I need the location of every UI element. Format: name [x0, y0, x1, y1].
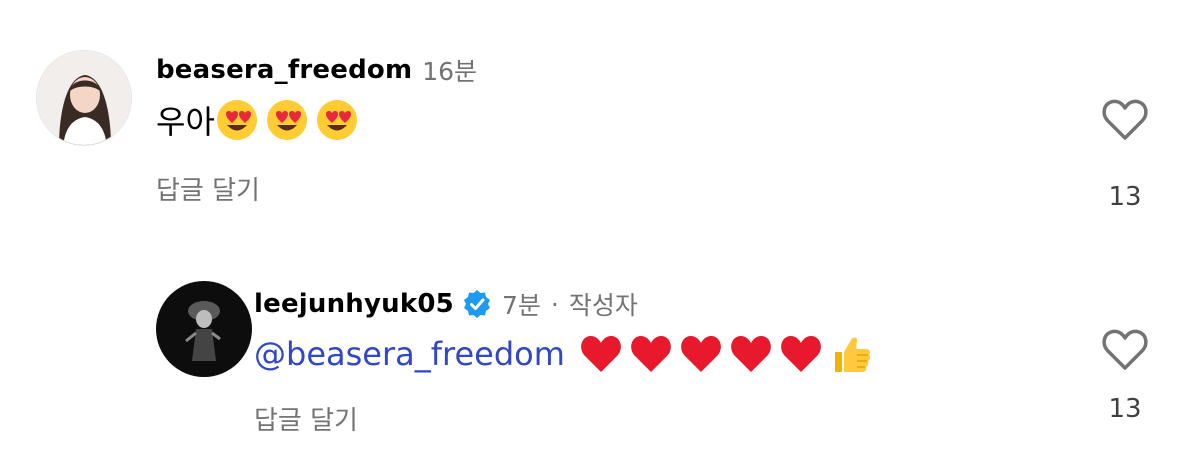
username[interactable]: leejunhyuk05	[254, 289, 454, 319]
avatar[interactable]	[156, 281, 252, 377]
mention-link[interactable]: @beasera_freedom	[254, 335, 565, 373]
comment-text: @beasera_freedom	[254, 332, 879, 376]
comment-body: beasera_freedom 16분 우아 답글 달기	[156, 52, 477, 207]
timestamp: 16분	[422, 57, 478, 86]
red-heart-emoji-icon	[781, 335, 821, 372]
red-heart-emoji-icon	[681, 335, 721, 372]
author-badge: 작성자	[568, 291, 638, 320]
heart-eyes-emoji-icon	[316, 100, 357, 140]
username[interactable]: beasera_freedom	[156, 55, 412, 85]
comment-text: 우아	[156, 98, 477, 142]
comment-body: leejunhyuk05 7분 · 작성자 @beasera_freedom 답…	[254, 286, 879, 437]
like-section: 13	[1090, 96, 1160, 212]
reply-comment-item: leejunhyuk05 7분 · 작성자 @beasera_freedom 답…	[0, 230, 1200, 472]
like-count: 13	[1108, 394, 1142, 424]
verified-badge-icon	[463, 290, 490, 318]
timestamp: 7분	[501, 291, 541, 320]
thumbs-up-emoji-icon	[834, 337, 870, 372]
reply-button[interactable]: 답글 달기	[254, 400, 879, 437]
heart-eyes-emoji-icon	[266, 100, 307, 140]
like-count: 13	[1108, 182, 1142, 212]
red-heart-emoji-icon	[581, 335, 621, 372]
red-heart-emoji-icon	[631, 335, 671, 372]
separator: ·	[550, 289, 559, 319]
avatar[interactable]	[36, 50, 132, 146]
reply-button[interactable]: 답글 달기	[156, 170, 477, 207]
comment-item: beasera_freedom 16분 우아 답글 달기 13	[0, 0, 1200, 230]
heart-eyes-emoji-icon	[216, 100, 257, 140]
heart-outline-icon[interactable]	[1100, 96, 1150, 142]
heart-outline-icon[interactable]	[1100, 326, 1150, 372]
red-heart-emoji-icon	[731, 335, 771, 372]
comment-text-content: 우아	[156, 103, 215, 141]
like-section: 13	[1090, 326, 1160, 424]
